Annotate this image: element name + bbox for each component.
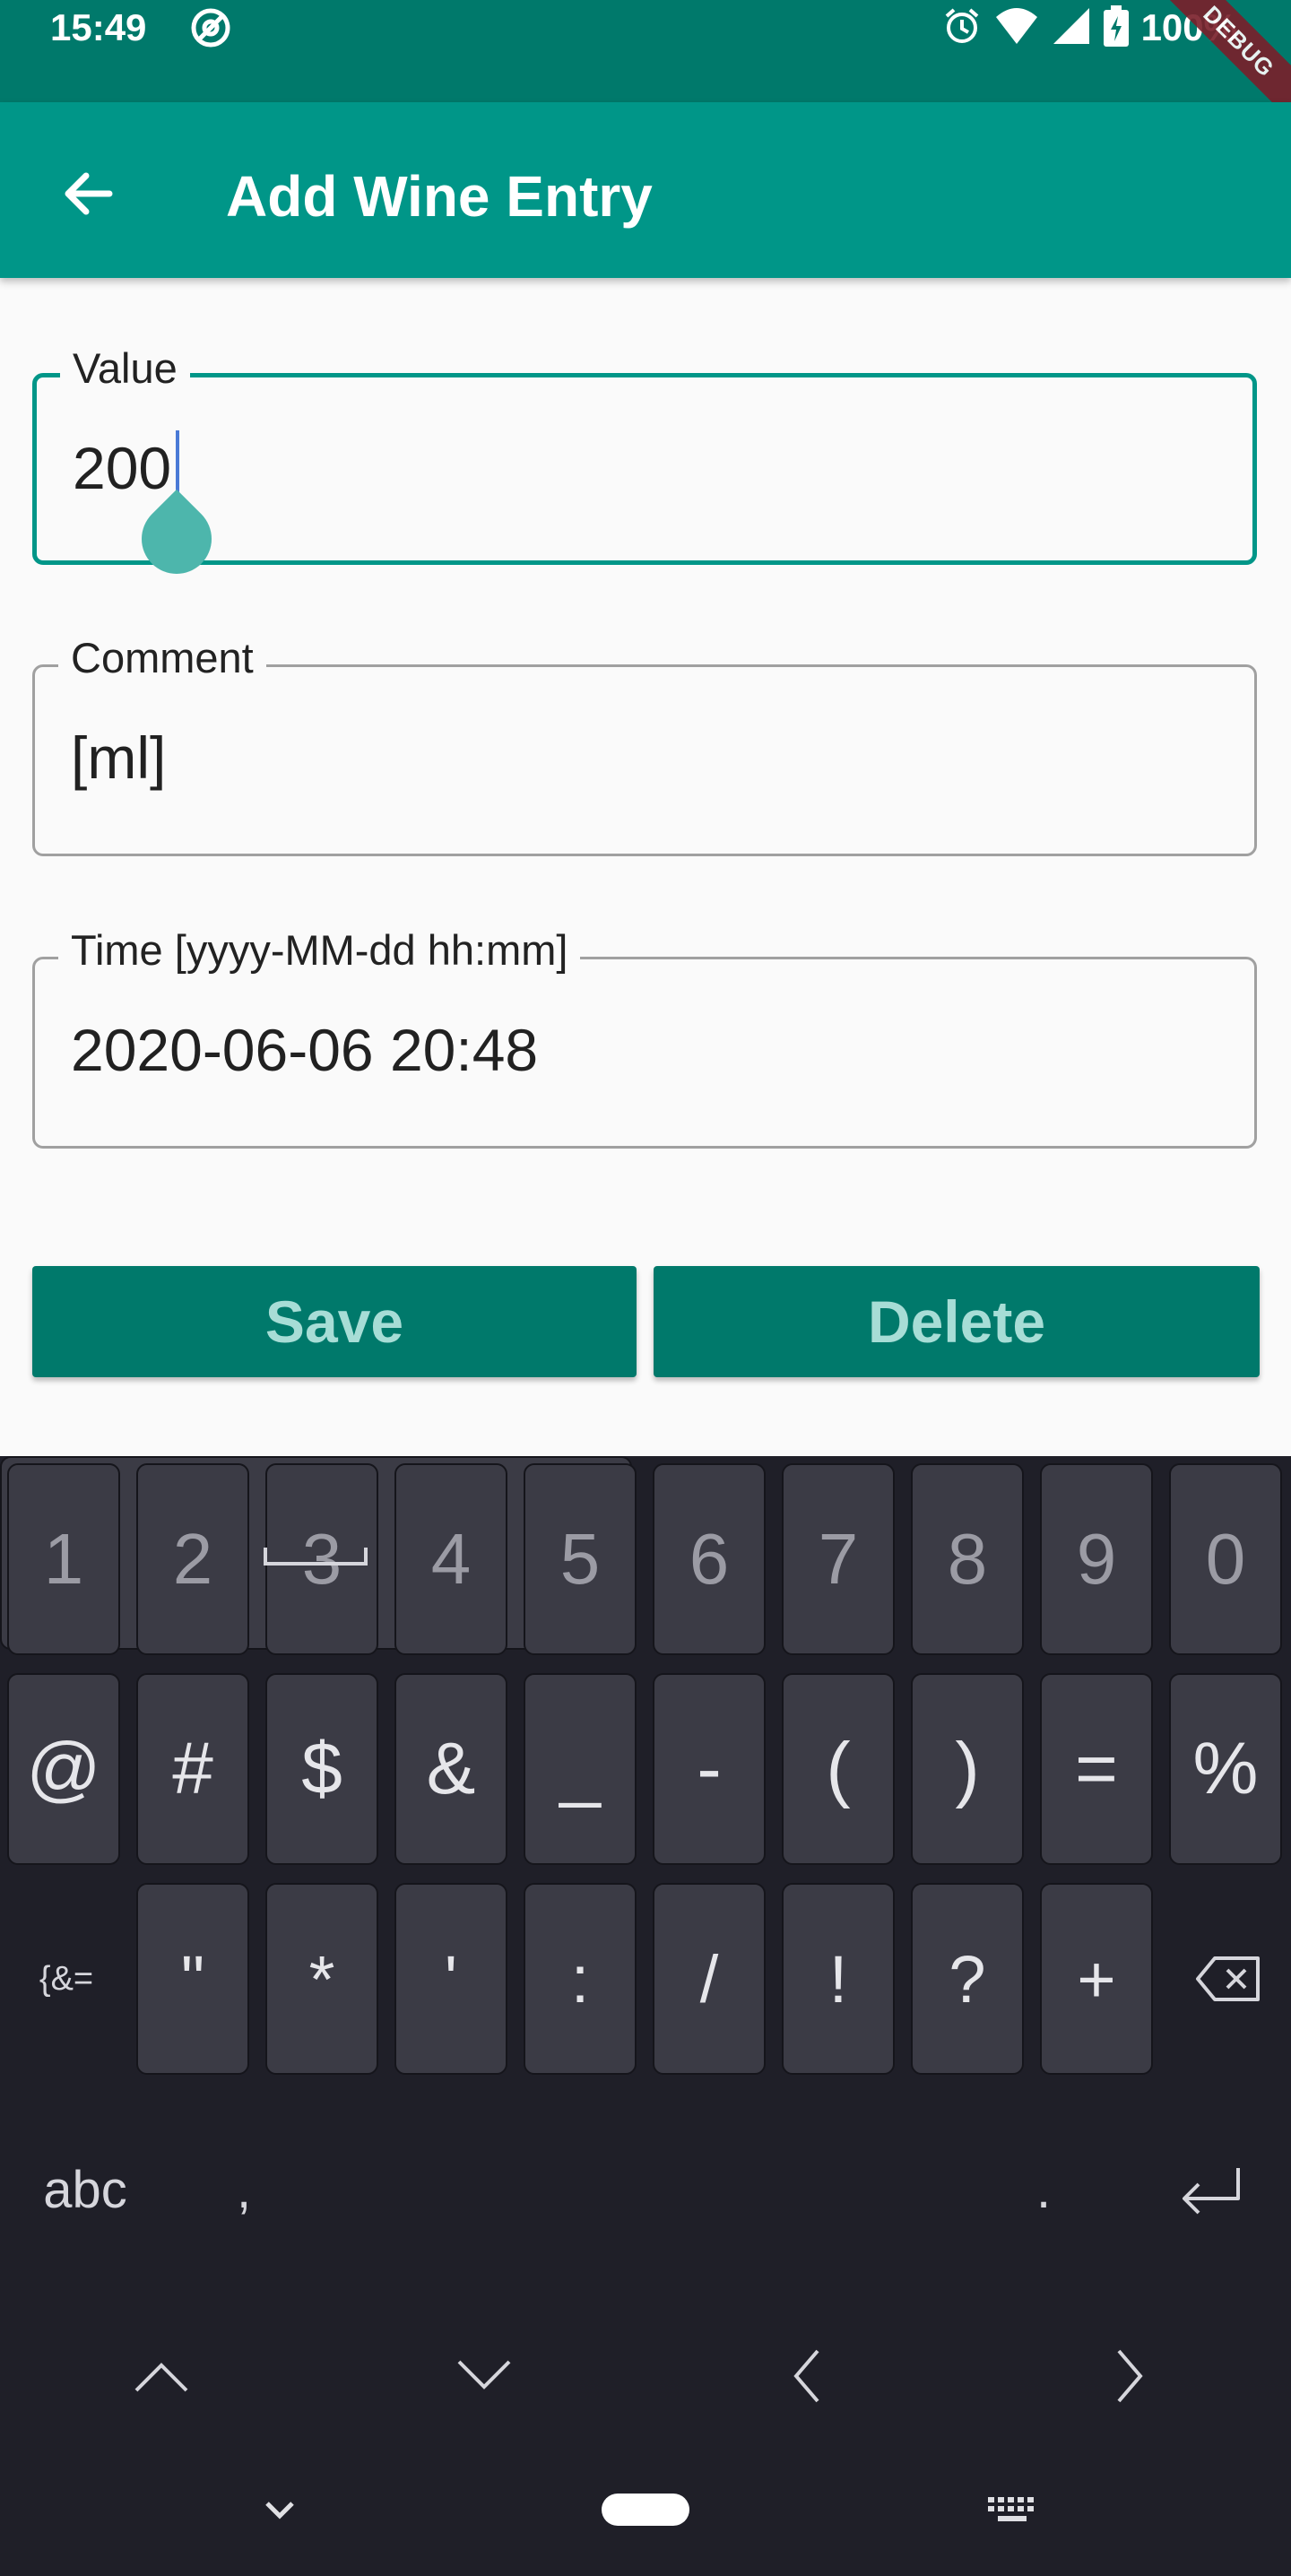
chevron-left-icon [793, 2349, 819, 2403]
chevron-down-icon [265, 2502, 294, 2520]
key-4[interactable]: 4 [394, 1463, 507, 1655]
key-2[interactable]: 2 [136, 1463, 249, 1655]
status-bar: 15:49 100% DEBUG [0, 0, 1291, 138]
key-0[interactable]: 0 [1169, 1463, 1282, 1655]
key-plus[interactable]: + [1040, 1883, 1153, 2075]
comment-input[interactable]: [ml] [71, 717, 166, 798]
key-dollar[interactable]: $ [265, 1673, 378, 1865]
save-button[interactable]: Save [32, 1266, 637, 1377]
key-at[interactable]: @ [7, 1673, 120, 1865]
at-sign-icon [190, 7, 231, 48]
cursor-down-button[interactable] [439, 2331, 529, 2421]
key-hash[interactable]: # [136, 1673, 249, 1865]
cursor-left-button[interactable] [762, 2331, 852, 2421]
key-abc[interactable]: abc [18, 2093, 152, 2286]
key-equals[interactable]: = [1040, 1673, 1153, 1865]
chevron-down-icon [457, 2360, 511, 2390]
key-underscore[interactable]: _ [524, 1673, 637, 1865]
key-1[interactable]: 1 [7, 1463, 120, 1655]
space-bar-icon [264, 1548, 368, 1566]
page-title: Add Wine Entry [226, 164, 653, 229]
enter-icon [1183, 2168, 1240, 2215]
arrow-back-icon [65, 172, 113, 215]
time-field[interactable]: Time [yyyy-MM-dd hh:mm] 2020-06-06 20:48 [32, 924, 1257, 1149]
back-button[interactable] [52, 158, 124, 230]
key-5[interactable]: 5 [524, 1463, 637, 1655]
comment-field[interactable]: Comment [ml] [32, 631, 1257, 856]
key-double-quote[interactable]: " [136, 1883, 249, 2075]
key-right-paren[interactable]: ) [911, 1673, 1024, 1865]
key-9[interactable]: 9 [1040, 1463, 1153, 1655]
key-period[interactable]: . [999, 2093, 1088, 2286]
time-field-label: Time [yyyy-MM-dd hh:mm] [58, 924, 581, 977]
key-colon[interactable]: : [524, 1883, 637, 2075]
app-bar: Add Wine Entry [0, 102, 1291, 278]
key-question[interactable]: ? [911, 1883, 1024, 2075]
key-left-paren[interactable]: ( [782, 1673, 895, 1865]
home-pill-icon [602, 2494, 689, 2526]
hide-keyboard-button[interactable] [253, 2483, 307, 2537]
wifi-icon [994, 6, 1039, 50]
chevron-right-icon [1117, 2349, 1143, 2403]
key-apostrophe[interactable]: ' [394, 1883, 507, 2075]
signal-icon [1052, 6, 1091, 50]
battery-charging-icon [1103, 4, 1129, 51]
keyboard-icon [988, 2497, 1034, 2521]
key-asterisk[interactable]: * [265, 1883, 378, 2075]
backspace-key[interactable] [1174, 1883, 1282, 2075]
key-exclamation[interactable]: ! [782, 1883, 895, 2075]
key-percent[interactable]: % [1169, 1673, 1282, 1865]
key-6[interactable]: 6 [653, 1463, 766, 1655]
status-time: 15:49 [50, 6, 147, 48]
key-comma[interactable]: , [199, 2093, 289, 2286]
backspace-icon [1196, 1956, 1260, 2001]
value-field[interactable]: Value 200 [32, 342, 1257, 565]
key-slash[interactable]: / [653, 1883, 766, 2075]
alarm-icon [942, 6, 982, 50]
chevron-up-icon [134, 2363, 188, 2392]
key-ampersand[interactable]: & [394, 1673, 507, 1865]
key-7[interactable]: 7 [782, 1463, 895, 1655]
keyboard: 1 2 3 4 5 6 7 8 9 0 @ # $ & _ - ( ) = % … [0, 1456, 1291, 2576]
comment-field-label: Comment [58, 631, 266, 685]
cursor-up-button[interactable] [117, 2331, 206, 2421]
value-field-label: Value [60, 342, 190, 395]
time-input[interactable]: 2020-06-06 20:48 [71, 1010, 538, 1090]
home-button[interactable] [601, 2483, 690, 2537]
value-input[interactable]: 200 [73, 428, 171, 508]
delete-button[interactable]: Delete [654, 1266, 1260, 1377]
key-more-symbols[interactable]: {&= [13, 1883, 120, 2075]
switch-keyboard-button[interactable] [981, 2483, 1044, 2537]
cursor-right-button[interactable] [1085, 2331, 1174, 2421]
key-minus[interactable]: - [653, 1673, 766, 1865]
key-8[interactable]: 8 [911, 1463, 1024, 1655]
enter-key[interactable] [1165, 2093, 1255, 2286]
